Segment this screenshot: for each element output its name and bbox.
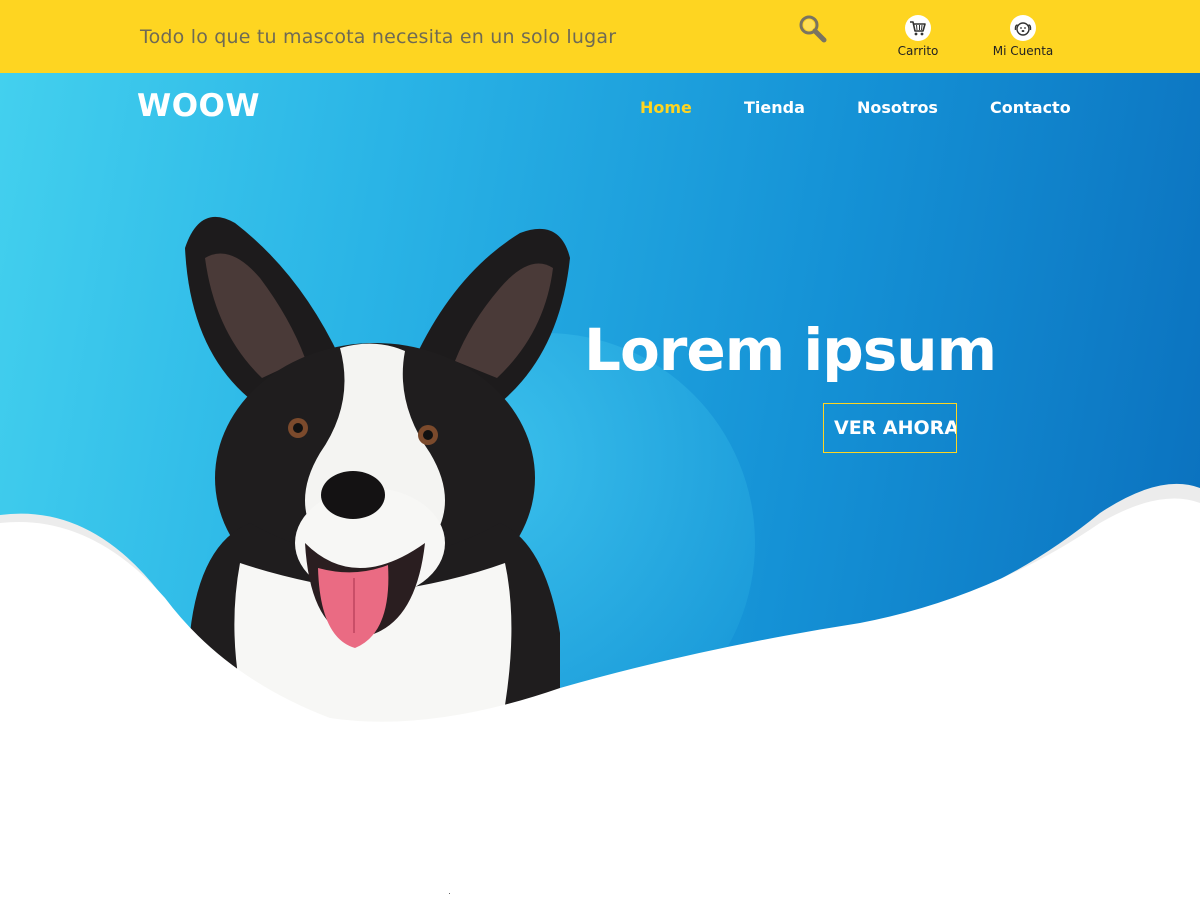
nav-home[interactable]: Home	[640, 98, 692, 117]
search-icon	[799, 15, 827, 43]
tagline: Todo lo que tu mascota necesita en un so…	[140, 26, 617, 48]
top-bar: Todo lo que tu mascota necesita en un so…	[0, 0, 1200, 73]
hero-headline: Lorem ipsum	[584, 316, 997, 384]
hero-artwork	[0, 216, 1200, 773]
cart-label: Carrito	[897, 44, 939, 58]
cart-button[interactable]: Carrito	[890, 15, 946, 58]
account-button[interactable]: Mi Cuenta	[984, 15, 1062, 58]
hero-section: WOOW Home Tienda Nosotros Contacto Lorem…	[0, 73, 1200, 773]
nav-nosotros[interactable]: Nosotros	[857, 98, 938, 117]
dog-face-icon	[1010, 15, 1036, 41]
ver-ahora-button[interactable]: VER AHORA	[823, 403, 957, 453]
stray-dot	[449, 893, 450, 894]
site-logo[interactable]: WOOW	[137, 88, 260, 124]
nav-contacto[interactable]: Contacto	[990, 98, 1071, 117]
account-label: Mi Cuenta	[992, 44, 1054, 58]
cart-icon	[905, 15, 931, 41]
search-button[interactable]	[796, 12, 830, 46]
nav-tienda[interactable]: Tienda	[744, 98, 805, 117]
corgi-dog-photo	[180, 216, 570, 733]
